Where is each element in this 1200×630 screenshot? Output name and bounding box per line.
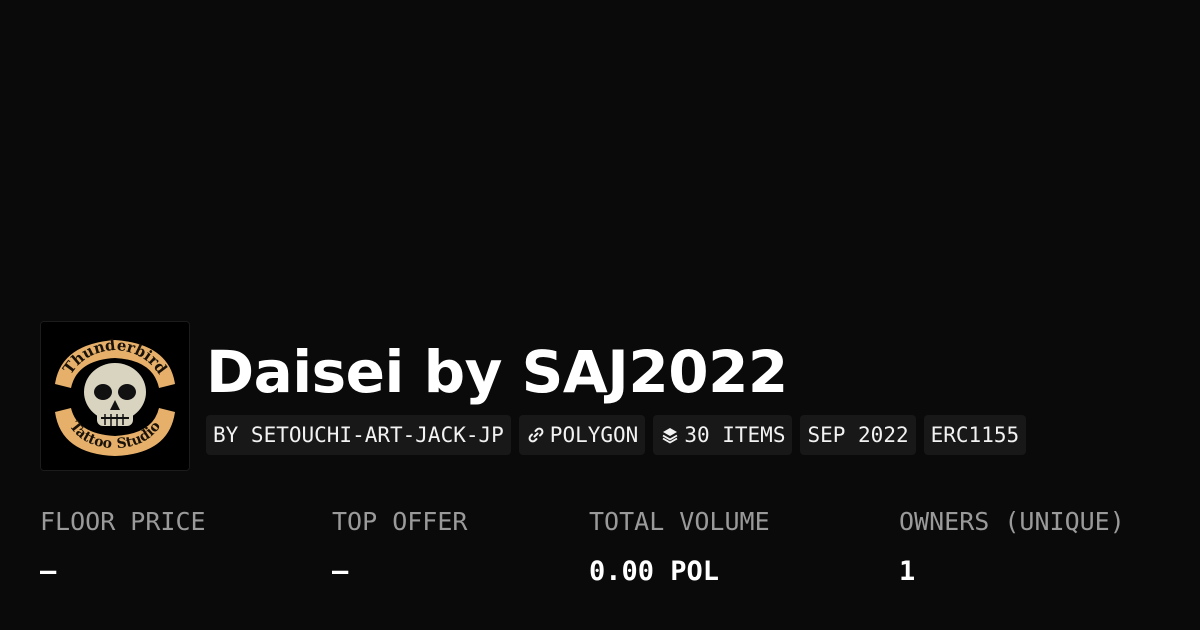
items-chip-label: 30 ITEMS — [684, 423, 786, 447]
stat-total-volume: TOTAL VOLUME 0.00 POL — [589, 505, 770, 590]
thunderbird-tattoo-logo: Thunderbird Tattoo Studio — [41, 322, 189, 470]
creator-chip[interactable]: BY SETOUCHI-ART-JACK-JP — [206, 415, 511, 455]
date-chip: SEP 2022 — [800, 415, 916, 455]
layers-icon — [662, 428, 678, 444]
stat-value: 1 — [899, 556, 916, 587]
creator-chip-label: BY SETOUCHI-ART-JACK-JP — [213, 423, 504, 447]
stat-value: — — [40, 556, 57, 587]
chain-chip-label: POLYGON — [549, 423, 639, 447]
standard-chip-label: ERC1155 — [930, 423, 1020, 447]
stat-top-offer: TOP OFFER — — [332, 505, 467, 590]
stat-label: OWNERS (UNIQUE) — [899, 507, 1125, 536]
collection-meta-chips: BY SETOUCHI-ART-JACK-JP POLYGON 30 ITEMS… — [206, 415, 1027, 455]
link-icon — [528, 427, 544, 443]
stat-label: TOTAL VOLUME — [589, 507, 770, 536]
items-chip: 30 ITEMS — [653, 415, 793, 455]
stat-label: FLOOR PRICE — [40, 507, 206, 536]
stat-owners: OWNERS (UNIQUE) 1 — [899, 505, 1125, 590]
date-chip-label: SEP 2022 — [807, 423, 909, 447]
chain-chip[interactable]: POLYGON — [518, 415, 646, 455]
stat-value: 0.00 POL — [589, 556, 720, 587]
stat-value: — — [332, 556, 349, 587]
stat-floor-price: FLOOR PRICE — — [40, 505, 206, 590]
collection-avatar: Thunderbird Tattoo Studio — [40, 321, 190, 471]
standard-chip: ERC1155 — [923, 415, 1027, 455]
collection-title: Daisei by SAJ2022 — [206, 338, 788, 406]
stat-label: TOP OFFER — [332, 507, 468, 536]
